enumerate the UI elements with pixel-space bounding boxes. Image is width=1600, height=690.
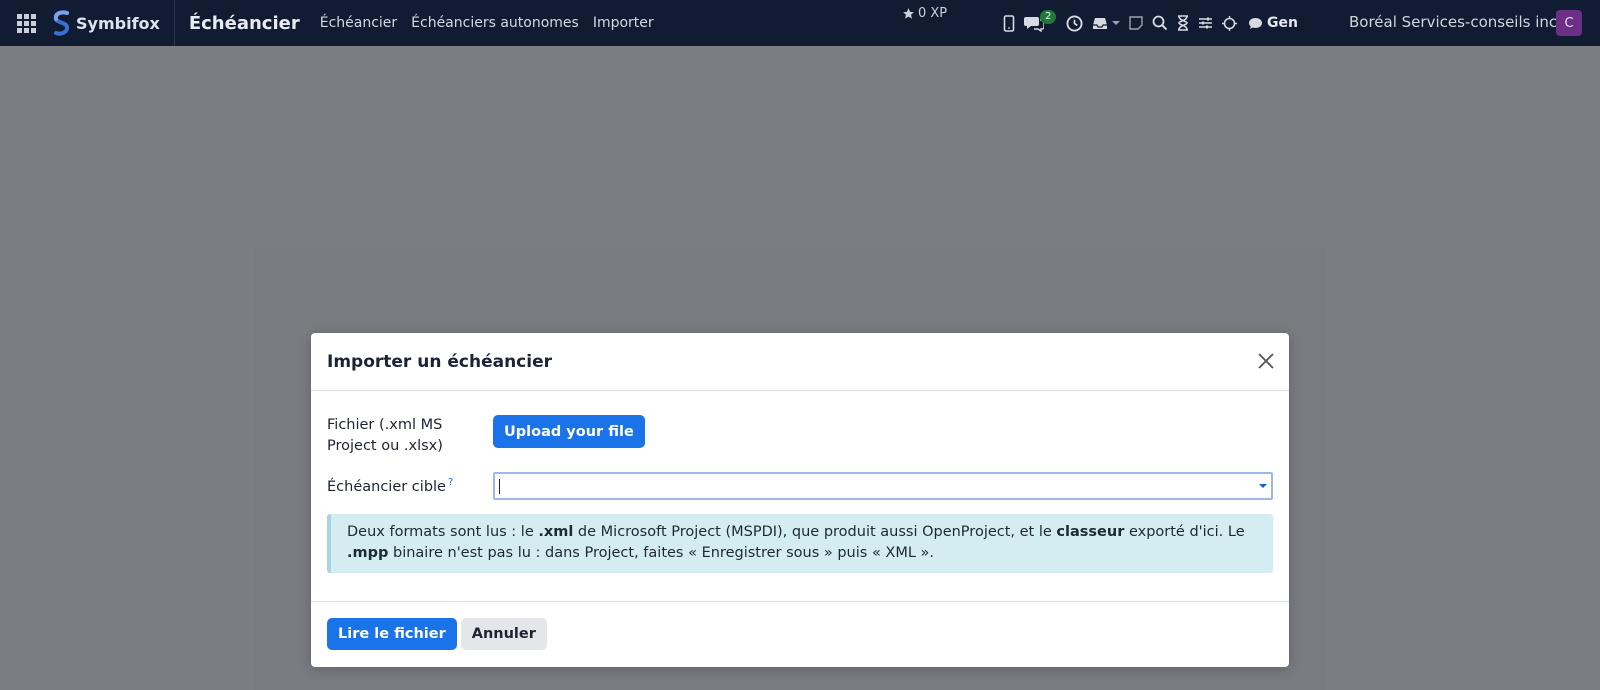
dialog-title: Importer un échéancier bbox=[327, 351, 552, 372]
star-icon bbox=[903, 8, 914, 19]
info-alert: Deux formats sont lus : le .xml de Micro… bbox=[327, 514, 1273, 573]
info-bold-mpp: .mpp bbox=[347, 545, 389, 561]
help-tooltip[interactable]: ? bbox=[448, 477, 453, 488]
info-text-1: Deux formats sont lus : le bbox=[347, 524, 539, 540]
file-row: Fichier (.xml MS Project ou .xlsx) Uploa… bbox=[327, 415, 1273, 457]
xp-counter[interactable]: 0 XP bbox=[902, 6, 947, 21]
chat-bubble-icon bbox=[1249, 17, 1262, 29]
upload-file-button[interactable]: Upload your file bbox=[493, 415, 645, 448]
apps-grid-icon[interactable] bbox=[0, 0, 52, 46]
import-dialog: Importer un échéancier Fichier (.xml MS … bbox=[311, 333, 1289, 667]
info-bold-xml: .xml bbox=[538, 524, 574, 540]
company-switcher[interactable]: Boréal Services-conseils inc. bbox=[1349, 13, 1562, 31]
dialog-footer: Lire le fichier Annuler bbox=[311, 602, 1289, 666]
avatar[interactable]: C bbox=[1556, 10, 1582, 36]
target-schedule-select[interactable] bbox=[492, 472, 1273, 500]
target-label: Échéancier cible? bbox=[327, 477, 493, 495]
clock-icon[interactable] bbox=[1066, 0, 1083, 46]
logo-icon bbox=[53, 10, 70, 36]
module-title[interactable]: Échéancier bbox=[189, 13, 300, 34]
chevron-down-icon[interactable] bbox=[1112, 0, 1120, 46]
dialog-body: Fichier (.xml MS Project ou .xlsx) Uploa… bbox=[311, 391, 1289, 602]
brand-logo[interactable]: Symbifox bbox=[52, 0, 175, 46]
info-text-2: de Microsoft Project (MSPDI), que produi… bbox=[573, 524, 1057, 540]
target-row: Échéancier cible? bbox=[327, 472, 1273, 500]
menu-item-echeanciers-autonomes[interactable]: Échéanciers autonomes bbox=[411, 15, 579, 31]
menu-item-echeancier[interactable]: Échéancier bbox=[320, 15, 397, 31]
dropdown-arrow-icon[interactable] bbox=[1259, 484, 1267, 488]
info-text-4: binaire n'est pas lu : dans Project, fai… bbox=[388, 545, 935, 561]
dialog-header: Importer un échéancier bbox=[311, 333, 1289, 391]
xp-value: 0 XP bbox=[918, 6, 948, 21]
hourglass-icon[interactable] bbox=[1177, 0, 1189, 46]
info-text-3: exporté d'ici. Le bbox=[1124, 524, 1245, 540]
read-file-button[interactable]: Lire le fichier bbox=[327, 618, 457, 650]
inbox-icon[interactable] bbox=[1092, 0, 1108, 46]
info-bold-classeur: classeur bbox=[1056, 524, 1125, 540]
cancel-button[interactable]: Annuler bbox=[460, 618, 547, 650]
brand-name: Symbifox bbox=[76, 13, 160, 33]
mobile-icon[interactable] bbox=[1003, 0, 1015, 46]
close-icon[interactable] bbox=[1257, 352, 1275, 370]
gen-label: Gen bbox=[1267, 15, 1298, 31]
systray: 2 Gen bbox=[1003, 0, 1298, 46]
menu-item-importer[interactable]: Importer bbox=[593, 15, 654, 31]
file-label: Fichier (.xml MS Project ou .xlsx) bbox=[327, 417, 443, 454]
target-label-text: Échéancier cible bbox=[327, 478, 446, 495]
note-icon[interactable] bbox=[1129, 0, 1143, 46]
text-caret bbox=[498, 479, 500, 494]
bug-icon[interactable] bbox=[1222, 0, 1237, 46]
messages-icon[interactable]: 2 bbox=[1024, 0, 1057, 46]
search-icon[interactable] bbox=[1152, 0, 1168, 46]
gen-button[interactable]: Gen bbox=[1248, 15, 1298, 31]
messages-badge: 2 bbox=[1040, 10, 1057, 24]
settings-sliders-icon[interactable] bbox=[1198, 0, 1213, 46]
top-navbar: Symbifox Échéancier Échéancier Échéancie… bbox=[0, 0, 1600, 46]
